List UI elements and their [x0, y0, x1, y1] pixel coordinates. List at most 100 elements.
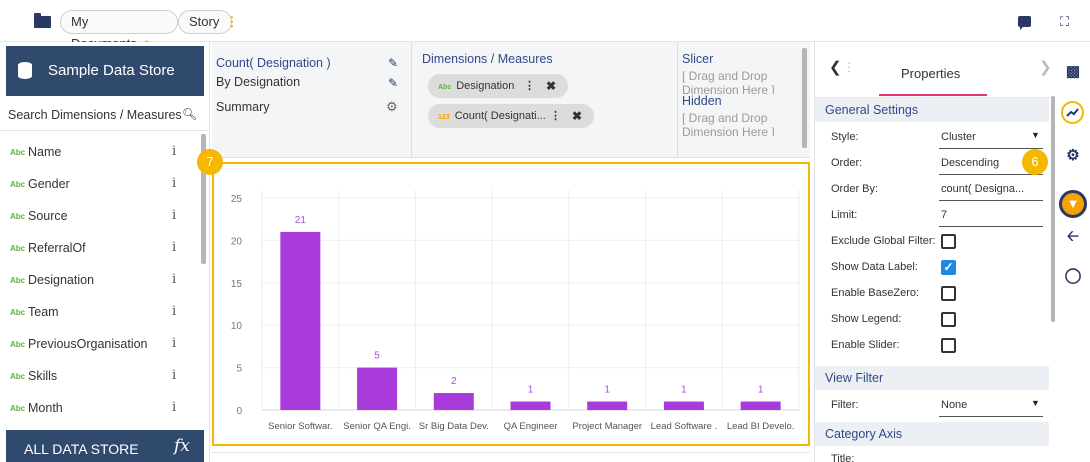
field-item[interactable]: Abc ReferralOf i	[0, 232, 200, 264]
lightbulb-icon[interactable]: ◯	[1064, 266, 1082, 284]
field-item[interactable]: Abc Source i	[0, 200, 200, 232]
field-name: Gender	[28, 177, 70, 191]
config-scrollbar[interactable]	[802, 48, 807, 148]
x-tick-label: Senior QA Engi.	[343, 421, 411, 432]
show-data-label-checkbox[interactable]: ✓	[941, 260, 956, 275]
filter-icon[interactable]: ▼	[1059, 190, 1087, 218]
filter-select[interactable]: None	[941, 399, 967, 411]
search-icon[interactable]: 🔍︎	[182, 107, 197, 121]
select-underline	[939, 200, 1043, 201]
field-item[interactable]: Abc PreviousOrganisation i	[0, 328, 200, 360]
by-dimension-label[interactable]: By Designation	[216, 75, 300, 89]
text-type-icon: Abc	[10, 340, 26, 349]
info-icon[interactable]: i	[172, 336, 176, 351]
field-item[interactable]: Abc Name i	[0, 136, 200, 168]
measure-label[interactable]: Count( Designation )	[216, 56, 331, 70]
order-by-select[interactable]: count( Designa...	[941, 183, 1024, 195]
gear-icon[interactable]: ⚙	[386, 99, 398, 115]
data-label: 1	[604, 385, 610, 396]
chart-settings-icon[interactable]	[1061, 101, 1084, 124]
info-icon[interactable]: i	[172, 240, 176, 255]
info-icon[interactable]: i	[172, 272, 176, 287]
hidden-drop-zone[interactable]: [ Drag and Drop	[682, 112, 767, 125]
chart-container[interactable]: 0 5 10 15 20 25 21 Senior Softwar. 5 Senior QA En…	[212, 162, 810, 446]
divider	[212, 452, 810, 462]
properties-scrollbar[interactable]	[1051, 96, 1055, 322]
show-legend-checkbox[interactable]	[941, 312, 956, 327]
x-tick-label: Senior Softwar.	[268, 421, 332, 432]
field-name: ReferralOf	[28, 241, 86, 255]
hidden-drop-zone-line2: Dimension Here ]	[682, 126, 775, 136]
style-select[interactable]: Cluster	[941, 131, 976, 143]
field-name: PreviousOrganisation	[28, 337, 148, 351]
caret-down-icon[interactable]: ▼	[1031, 398, 1040, 408]
exclude-global-filter-checkbox[interactable]	[941, 234, 956, 249]
view-filter-section[interactable]: View Filter	[815, 366, 1049, 390]
edit-pencil-icon[interactable]: ✎	[388, 76, 398, 90]
info-icon[interactable]: i	[172, 176, 176, 191]
bar	[280, 231, 321, 410]
text-type-icon: Abc	[10, 212, 26, 221]
folder-icon[interactable]	[34, 13, 51, 28]
field-item[interactable]: Abc Skills i	[0, 360, 200, 392]
kebab-menu-icon[interactable]: ⋮	[550, 104, 561, 128]
divider	[0, 130, 210, 131]
info-icon[interactable]: i	[172, 368, 176, 383]
enable-slider-checkbox[interactable]	[941, 338, 956, 353]
comment-icon[interactable]	[1018, 16, 1031, 30]
close-icon[interactable]: ✖	[572, 104, 582, 128]
designation-pill[interactable]: Abc Designation ⋮ ✖	[428, 74, 568, 98]
show-data-label-label: Show Data Label:	[831, 261, 918, 273]
general-settings-section[interactable]: General Settings	[815, 98, 1049, 122]
chevron-right-icon[interactable]: ❯	[1039, 58, 1052, 76]
show-data-label-row: Show Data Label: ✓	[815, 254, 1049, 280]
slicer-hidden-column: Slicer [ Drag and Drop Dimension Here ] …	[682, 42, 810, 158]
data-store-header[interactable]: Sample Data Store	[6, 46, 204, 96]
kebab-menu-icon[interactable]: ⋮	[524, 74, 535, 98]
edit-pencil-icon[interactable]: ✎	[388, 56, 398, 70]
field-item[interactable]: Abc Gender i	[0, 168, 200, 200]
y-tick-label: 25	[231, 194, 243, 205]
field-item[interactable]: Abc Month i	[0, 392, 200, 424]
close-icon[interactable]: ✖	[546, 74, 556, 98]
data-label: 1	[758, 385, 764, 396]
select-underline	[939, 148, 1043, 149]
section-title: View Filter	[825, 371, 884, 385]
count-pill[interactable]: 123 Count( Designati... ⋮ ✖	[428, 104, 594, 128]
caret-down-icon[interactable]: ▼	[1031, 130, 1040, 140]
info-icon[interactable]: i	[172, 208, 176, 223]
breadcrumb-my-documents[interactable]: My Documents>	[60, 10, 178, 51]
step-badge-7: 7	[197, 149, 223, 175]
gear-icon[interactable]: ⚙	[1064, 146, 1082, 164]
x-tick-label: Project Manager	[572, 421, 642, 432]
pill-label: Count( Designati...	[454, 110, 546, 122]
breadcrumb-story[interactable]: Story ⋮	[178, 10, 238, 34]
fullscreen-icon[interactable]: ⛶	[1060, 14, 1069, 30]
order-select[interactable]: Descending	[941, 157, 999, 169]
function-icon[interactable]: fx	[174, 436, 190, 456]
save-icon[interactable]: ▩	[1064, 62, 1082, 80]
field-item[interactable]: Abc Team i	[0, 296, 200, 328]
slicer-drop-zone[interactable]: [ Drag and Drop	[682, 70, 767, 83]
back-arrow-icon[interactable]: 🡠	[1064, 226, 1082, 251]
info-icon[interactable]: i	[172, 144, 176, 159]
style-row: Style: Cluster ▼	[815, 124, 1049, 150]
field-item[interactable]: Abc Designation i	[0, 264, 200, 296]
x-tick-label: Lead BI Develo.	[727, 421, 795, 432]
all-data-store-button[interactable]: ALL DATA STORE fx	[6, 430, 204, 462]
x-tick-label: Sr Big Data Dev.	[419, 421, 489, 432]
summary-label[interactable]: Summary	[216, 100, 269, 114]
search-dimensions[interactable]: Search Dimensions / Measures 🔍︎	[0, 104, 210, 128]
text-type-icon: Abc	[10, 244, 26, 253]
category-axis-section[interactable]: Category Axis	[815, 422, 1049, 446]
bar	[663, 401, 704, 410]
kebab-menu-icon[interactable]: ⋮	[225, 14, 238, 29]
enable-basezero-checkbox[interactable]	[941, 286, 956, 301]
filter-label: Filter:	[831, 399, 859, 411]
limit-input[interactable]: 7	[941, 209, 947, 221]
chevron-left-icon[interactable]: ❮	[829, 58, 842, 76]
info-icon[interactable]: i	[172, 304, 176, 319]
select-underline	[939, 416, 1043, 417]
info-icon[interactable]: i	[172, 400, 176, 415]
data-label: 1	[528, 385, 534, 396]
